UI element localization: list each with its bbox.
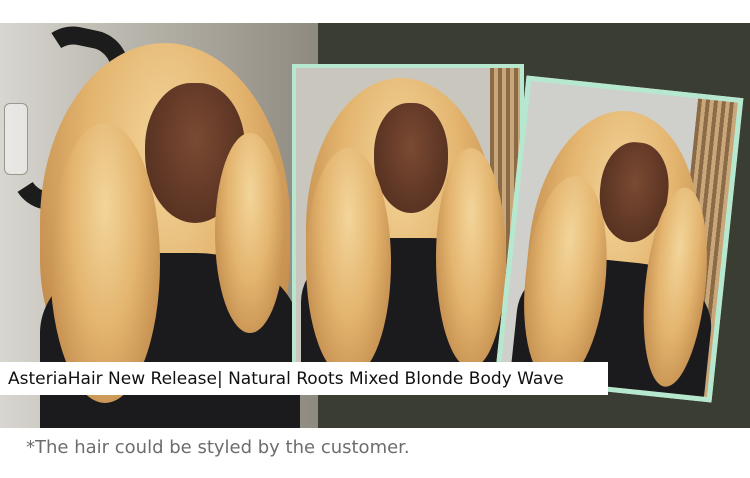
styling-note: *The hair could be styled by the custome… — [26, 437, 410, 458]
model-photo-frame-2 — [494, 75, 744, 403]
product-title: AsteriaHair New Release| Natural Roots M… — [8, 368, 564, 389]
model-photo-frame-1 — [292, 64, 524, 386]
product-banner: AsteriaHair New Release| Natural Roots M… — [0, 23, 750, 428]
caption-box: AsteriaHair New Release| Natural Roots M… — [0, 362, 608, 395]
